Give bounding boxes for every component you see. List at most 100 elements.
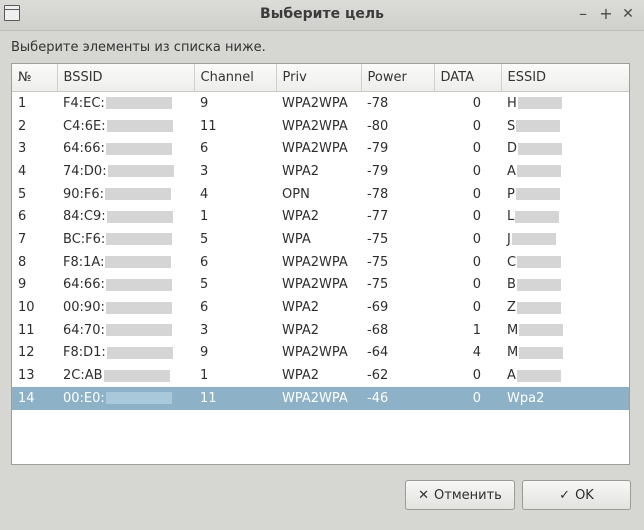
maximize-button[interactable]: + — [597, 4, 615, 24]
column-header-essid[interactable]: ESSID — [501, 64, 629, 92]
bssid-value: 64:66: — [63, 277, 105, 293]
minimize-button[interactable]: – — [574, 4, 592, 24]
channel-value: 3 — [200, 322, 209, 338]
priv-cell: WPA2 — [276, 160, 361, 183]
data-value: 0 — [472, 95, 481, 111]
table-row[interactable]: 14 00:E0: 11 WPA2WPA -46 0 Wpa2 — [12, 386, 629, 410]
power-cell: -78 — [361, 92, 434, 115]
column-header-power[interactable]: Power — [361, 64, 435, 92]
priv-value: WPA2 — [282, 322, 320, 338]
window-title: Выберите цель — [260, 6, 384, 22]
priv-cell: WPA2WPA — [276, 251, 361, 274]
priv-value: WPA2 — [282, 209, 320, 225]
priv-cell: WPA2WPA — [276, 386, 361, 410]
row-number-value: 9 — [18, 277, 27, 293]
close-icon: ✕ — [418, 487, 430, 503]
column-header-priv[interactable]: Priv — [276, 64, 362, 92]
bssid-cell: 84:C9: — [57, 205, 194, 228]
redacted-block — [105, 97, 172, 110]
data-cell: 0 — [434, 160, 501, 183]
power-cell: -68 — [361, 319, 434, 342]
channel-value: 5 — [200, 277, 209, 293]
bssid-cell: F4:EC: — [57, 92, 194, 115]
column-header-channel[interactable]: Channel — [194, 64, 277, 92]
power-value: -75 — [367, 277, 389, 293]
redacted-block — [105, 188, 172, 201]
row-number-cell: 10 — [12, 296, 57, 319]
data-cell: 0 — [434, 296, 501, 319]
redacted-block — [105, 301, 172, 314]
table-row[interactable]: 3 64:66: 6 WPA2WPA -79 0 D — [12, 137, 629, 160]
row-number-value: 2 — [18, 118, 27, 134]
redacted-block — [516, 369, 561, 382]
bssid-value: 64:66: — [63, 141, 105, 157]
row-number-value: 10 — [18, 300, 35, 316]
data-cell: 0 — [434, 115, 501, 138]
channel-cell: 1 — [194, 205, 276, 228]
table-row[interactable]: 5 90:F6: 4 OPN -78 0 P — [12, 183, 629, 206]
bssid-value: F8:1A: — [63, 254, 105, 270]
power-cell: -79 — [361, 137, 434, 160]
essid-value: C — [507, 254, 517, 270]
row-number-cell: 9 — [12, 274, 57, 297]
row-number-cell: 4 — [12, 160, 57, 183]
power-cell: -75 — [361, 274, 434, 297]
essid-value: H — [507, 95, 517, 111]
table-row[interactable]: 8 F8:1A: 6 WPA2WPA -75 0 C — [12, 251, 629, 274]
power-value: -69 — [367, 300, 389, 316]
channel-value: 9 — [200, 95, 209, 111]
essid-value: J — [507, 231, 511, 247]
bssid-cell: BC:F6: — [57, 228, 194, 251]
data-value: 0 — [472, 209, 481, 225]
table-row[interactable]: 9 64:66: 5 WPA2WPA -75 0 B — [12, 274, 629, 297]
table-header-row: № BSSID Channel Priv Power DATA ESSID — [12, 64, 629, 92]
table-row[interactable]: 10 00:90: 6 WPA2 -69 0 Z — [12, 296, 629, 319]
essid-value: P — [507, 186, 515, 202]
cancel-button-label: Отменить — [434, 487, 502, 503]
bssid-value: F4:EC: — [63, 95, 105, 111]
bssid-cell: F8:D1: — [57, 342, 194, 365]
redacted-block — [103, 369, 170, 382]
table-row[interactable]: 11 64:70: 3 WPA2 -68 1 M — [12, 319, 629, 342]
row-number-cell: 1 — [12, 92, 57, 115]
table-row[interactable]: 7 BC:F6: 5 WPA -75 0 J — [12, 228, 629, 251]
column-header-bssid[interactable]: BSSID — [57, 64, 195, 92]
power-value: -75 — [367, 231, 389, 247]
essid-cell: Z — [501, 296, 629, 319]
row-number-value: 5 — [18, 186, 27, 202]
data-cell: 0 — [434, 364, 501, 387]
redacted-block — [516, 278, 561, 291]
dialog-prompt: Выберите элементы из списка ниже. — [11, 40, 266, 55]
ok-button[interactable]: ✓ OK — [522, 480, 631, 510]
close-button[interactable]: ✕ — [619, 4, 637, 24]
data-value: 0 — [472, 300, 481, 316]
row-number-cell: 8 — [12, 251, 57, 274]
table-row[interactable]: 4 74:D0: 3 WPA2 -79 0 A — [12, 160, 629, 183]
table-row[interactable]: 12 F8:D1: 9 WPA2WPA -64 4 M — [12, 342, 629, 365]
column-header-number[interactable]: № — [12, 64, 58, 92]
redacted-block — [105, 324, 172, 337]
table-row[interactable]: 1 F4:EC: 9 WPA2WPA -78 0 H — [12, 92, 629, 115]
data-cell: 0 — [434, 183, 501, 206]
table-row[interactable]: 6 84:C9: 1 WPA2 -77 0 L — [12, 205, 629, 228]
title-bar: Выберите цель – + ✕ — [0, 0, 644, 31]
data-cell: 0 — [434, 137, 501, 160]
redacted-block — [107, 165, 174, 178]
channel-cell: 6 — [194, 137, 276, 160]
essid-cell: D — [501, 137, 629, 160]
table-row[interactable]: 13 2C:AB 1 WPA2 -62 0 A — [12, 364, 629, 387]
redacted-block — [515, 188, 560, 201]
cancel-button[interactable]: ✕ Отменить — [405, 480, 515, 510]
channel-cell: 9 — [194, 342, 276, 365]
table-row[interactable]: 2 C4:6E: 11 WPA2WPA -80 0 S — [12, 115, 629, 138]
channel-value: 3 — [200, 163, 209, 179]
channel-value: 5 — [200, 231, 209, 247]
power-cell: -75 — [361, 228, 434, 251]
data-value: 0 — [472, 368, 481, 384]
column-header-data[interactable]: DATA — [434, 64, 502, 92]
channel-value: 4 — [200, 186, 209, 202]
priv-cell: WPA2 — [276, 296, 361, 319]
row-number-cell: 3 — [12, 137, 57, 160]
data-value: 0 — [472, 231, 481, 247]
essid-cell: Wpa2 — [501, 386, 629, 410]
